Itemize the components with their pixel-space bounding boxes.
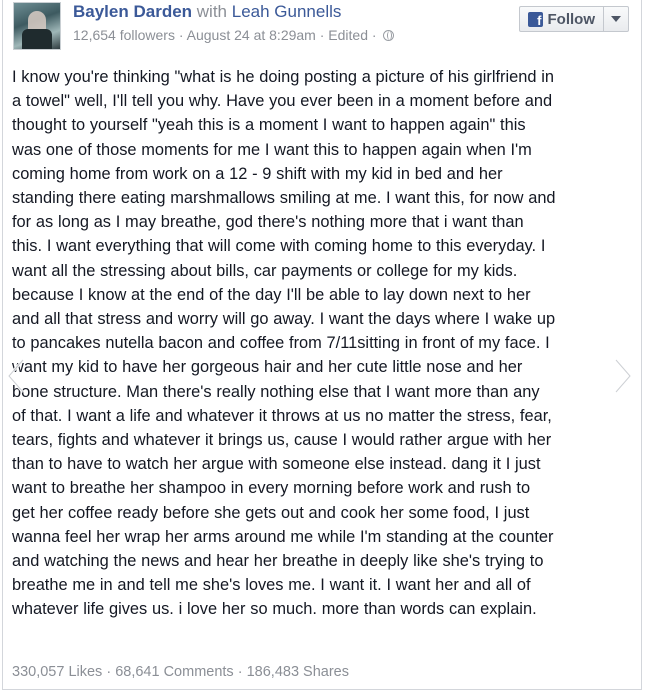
follow-button[interactable]: f Follow [520,7,604,31]
chevron-left-icon[interactable] [6,358,26,394]
post-meta: 12,654 followers · August 24 at 8:29am ·… [73,27,395,43]
meta-separator: · [371,27,377,43]
followers-count: 12,654 followers [73,27,175,43]
likes-count-link[interactable]: 330,057 Likes [12,664,102,680]
tagged-user-link[interactable]: Leah Gunnells [232,2,342,21]
post-header: Baylen Darden with Leah Gunnells 12,654 … [11,0,631,56]
globe-icon[interactable] [383,30,395,41]
facebook-f-icon: f [527,11,543,27]
post-stats: 330,057 Likes · 68,641 Comments · 186,48… [12,664,349,680]
post-card: Baylen Darden with Leah Gunnells 12,654 … [2,0,642,690]
meta-separator: · [178,27,184,43]
stats-separator: · [237,664,243,680]
stats-separator: · [106,664,112,680]
comments-count-link[interactable]: 68,641 Comments [115,664,233,680]
chevron-right-icon[interactable] [613,358,633,394]
author-line: Baylen Darden with Leah Gunnells [73,2,341,22]
avatar[interactable] [13,2,61,50]
post-timestamp-link[interactable]: August 24 at 8:29am [187,27,316,43]
meta-separator: · [319,27,325,43]
author-name-link[interactable]: Baylen Darden [73,2,192,21]
edited-link[interactable]: Edited [328,27,368,43]
post-body-text: I know you're thinking "what is he doing… [12,68,556,619]
avatar-body-shape [22,29,52,49]
follow-options-button[interactable] [604,7,628,31]
chevron-down-icon [611,16,621,22]
follow-label: Follow [547,10,596,28]
follow-button-group: f Follow [518,6,629,32]
with-label: with [196,2,228,21]
shares-count-link[interactable]: 186,483 Shares [247,664,349,680]
